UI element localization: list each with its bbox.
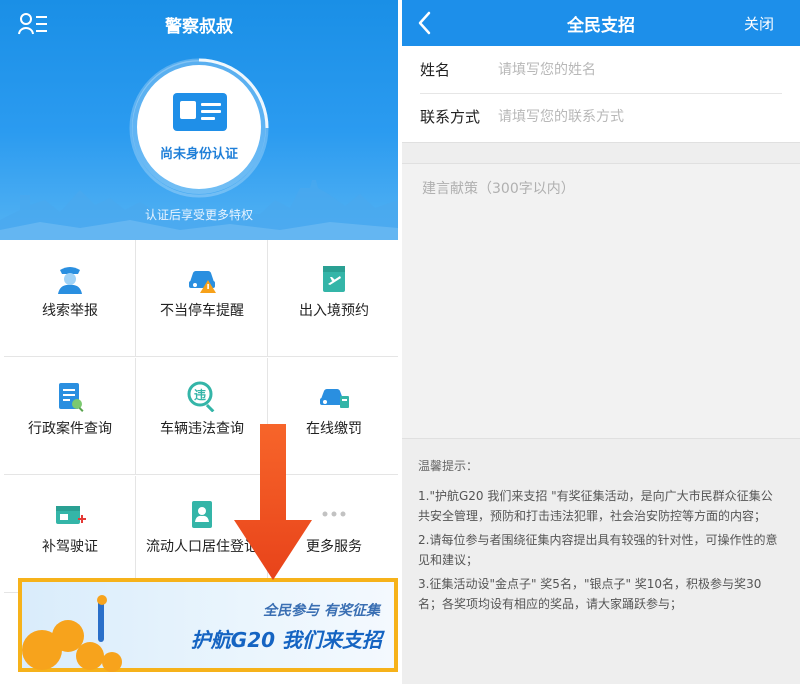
resident-card-icon bbox=[192, 501, 212, 528]
g20-campaign-banner[interactable]: 全民参与 有奖征集 护航G20 我们来支招 bbox=[18, 578, 398, 672]
service-label: 不当停车提醒 bbox=[160, 303, 244, 319]
identity-auth-button[interactable]: 尚未身份认证 bbox=[137, 65, 261, 189]
service-grid: 线索举报 不当停车提醒 出入境预约 行政案件查询 违 车辆违法查询 在线缴罚 补… bbox=[0, 240, 398, 600]
banner-headline: 护航G20 我们来支招 bbox=[190, 628, 382, 652]
mascot-decoration bbox=[22, 595, 122, 672]
service-label: 线索举报 bbox=[42, 303, 98, 319]
license-add-icon bbox=[56, 506, 86, 524]
service-label: 出入境预约 bbox=[299, 303, 369, 319]
section-gap bbox=[402, 142, 800, 164]
tips-section: 温馨提示： 1."护航G20 我们来支招 "有奖征集活动，是向广大市民群众征集公… bbox=[402, 438, 800, 684]
auth-status-label: 尚未身份认证 bbox=[159, 147, 238, 162]
banner-subtitle: 全民参与 有奖征集 bbox=[263, 603, 380, 619]
tip-item: 2.请每位参与者围绕征集内容提出具有较强的针对性，可操作性的意见和建议； bbox=[418, 533, 778, 567]
more-dots-icon bbox=[322, 511, 346, 517]
name-label: 姓名 bbox=[420, 61, 451, 79]
close-button[interactable]: 关闭 bbox=[744, 13, 774, 34]
suggestion-form-page: 全民支招 关闭 姓名 联系方式 温馨提示： 1."护航G20 我们来支招 "有奖… bbox=[402, 0, 800, 684]
suggestion-textarea[interactable] bbox=[402, 164, 800, 438]
service-parking-alert[interactable]: 不当停车提醒 bbox=[136, 240, 268, 357]
car-warning-icon bbox=[189, 271, 216, 293]
document-search-icon bbox=[59, 383, 84, 412]
service-clue-report[interactable]: 线索举报 bbox=[4, 240, 136, 357]
police-officer-icon bbox=[58, 267, 82, 294]
violation-search-icon: 违 bbox=[187, 381, 215, 412]
service-exit-entry-booking[interactable]: 出入境预约 bbox=[268, 240, 398, 357]
name-input[interactable] bbox=[498, 57, 778, 83]
airplane-ticket-icon bbox=[323, 266, 345, 292]
home-header: 警察叔叔 尚未身份认证 认证后享受更多特权 bbox=[0, 0, 398, 240]
contact-input[interactable] bbox=[498, 104, 778, 130]
name-row: 姓名 bbox=[402, 47, 800, 93]
service-reissue-license[interactable]: 补驾驶证 bbox=[4, 476, 136, 593]
auth-subtitle: 认证后享受更多特权 bbox=[144, 208, 253, 222]
down-arrow-icon bbox=[234, 424, 312, 580]
form-header: 全民支招 关闭 bbox=[402, 0, 800, 46]
id-card-icon bbox=[173, 93, 227, 131]
police-app-home: 警察叔叔 尚未身份认证 认证后享受更多特权 线索举报 不当停车提醒 出入境预约 … bbox=[0, 0, 398, 684]
app-title: 警察叔叔 bbox=[165, 17, 233, 37]
page-title: 全民支招 bbox=[567, 16, 635, 36]
contact-label: 联系方式 bbox=[420, 108, 481, 126]
tips-title: 温馨提示： bbox=[418, 459, 479, 473]
tip-item: 1."护航G20 我们来支招 "有奖征集活动，是向广大市民群众征集公共安全管理，… bbox=[418, 489, 773, 523]
service-label: 补驾驶证 bbox=[42, 539, 98, 555]
service-admin-case-query[interactable]: 行政案件查询 bbox=[4, 358, 136, 475]
tip-item: 3.征集活动设"金点子" 奖5名，"银点子" 奖10名，积极参与奖30名；各奖项… bbox=[418, 577, 762, 611]
contact-row: 联系方式 bbox=[402, 94, 800, 140]
svg-text:违: 违 bbox=[194, 387, 206, 402]
service-label: 行政案件查询 bbox=[28, 421, 112, 437]
car-payment-icon bbox=[320, 389, 349, 408]
